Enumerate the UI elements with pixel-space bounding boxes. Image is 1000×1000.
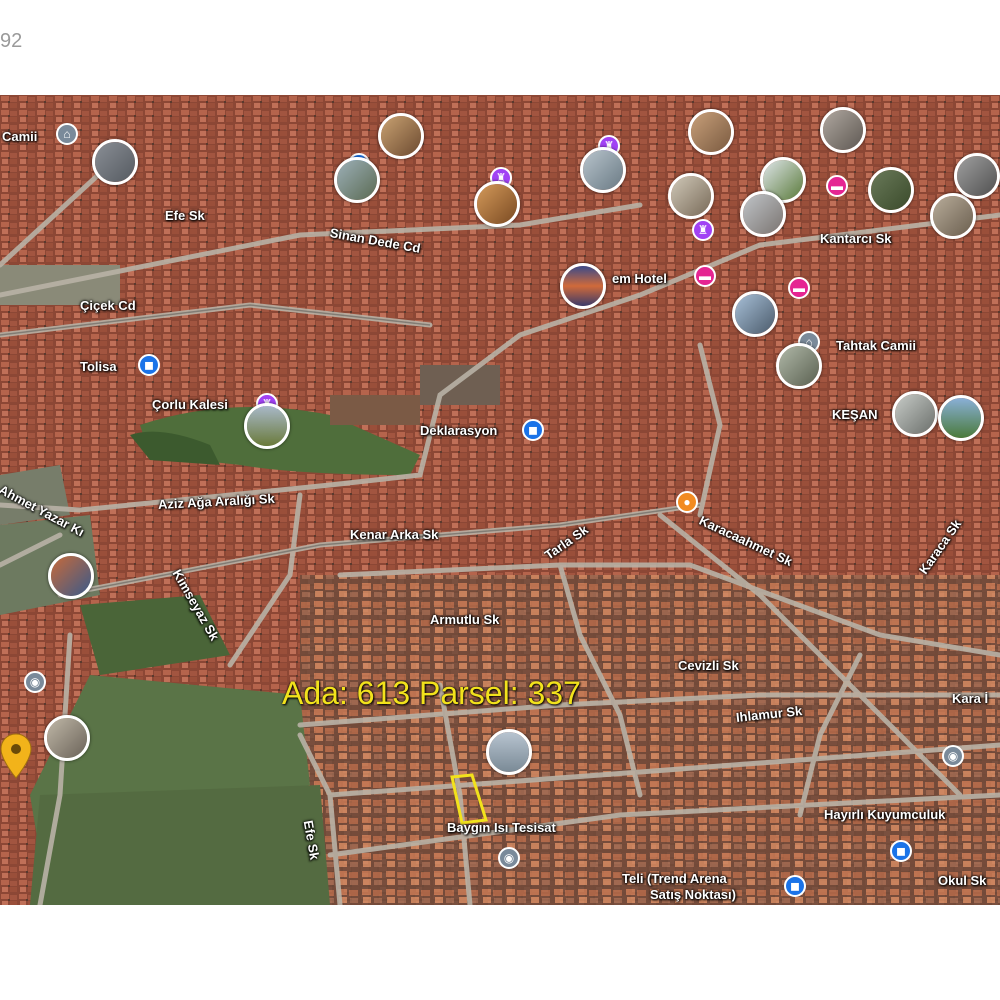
landmark-icon[interactable]: ♜ (692, 219, 714, 241)
location-pin-icon[interactable] (0, 733, 32, 779)
label-armutlu: Armutlu Sk (430, 612, 500, 627)
label-teli-trend: Teli (Trend Arena (622, 871, 727, 886)
label-efe-sk-top: Efe Sk (165, 208, 205, 223)
photo-thumbnail[interactable] (776, 343, 822, 389)
corner-text: 92 (0, 30, 23, 52)
photo-thumbnail[interactable] (732, 291, 778, 337)
label-tahtak-camii: Tahtak Camii (836, 338, 916, 353)
photo-thumbnail[interactable] (44, 715, 90, 761)
shopping-icon[interactable]: ◼ (890, 840, 912, 862)
parcel-label: Ada: 613 Parsel: 337 (282, 675, 581, 711)
label-hayirli: Hayırlı Kuyumculuk (824, 807, 946, 822)
cafe-icon[interactable]: ● (676, 491, 698, 513)
place-icon[interactable]: ◉ (942, 745, 964, 767)
label-tolisa: Tolisa (80, 359, 117, 374)
hotel-icon[interactable]: ▬ (694, 265, 716, 287)
label-okul-sk: Okul Sk (938, 873, 987, 888)
label-kantarci: Kantarcı Sk (820, 231, 892, 246)
place-icon[interactable]: ◉ (24, 671, 46, 693)
photo-thumbnail[interactable] (892, 391, 938, 437)
hotel-icon[interactable]: ▬ (788, 277, 810, 299)
photo-thumbnail[interactable] (474, 181, 520, 227)
photo-thumbnail[interactable] (244, 403, 290, 449)
place-icon[interactable]: ◉ (498, 847, 520, 869)
photo-thumbnail[interactable] (938, 395, 984, 441)
photo-thumbnail[interactable] (378, 113, 424, 159)
photo-thumbnail[interactable] (92, 139, 138, 185)
label-kara-right: Kara İ (952, 691, 989, 706)
photo-thumbnail[interactable] (334, 157, 380, 203)
place-icon[interactable]: ⌂ (56, 123, 78, 145)
photo-thumbnail[interactable] (580, 147, 626, 193)
shopping-icon[interactable]: ◼ (784, 875, 806, 897)
photo-thumbnail[interactable] (820, 107, 866, 153)
label-kenar-arka: Kenar Arka Sk (350, 527, 439, 542)
label-baygin: Baygın Isı Tesisat (447, 820, 556, 835)
photo-thumbnail[interactable] (868, 167, 914, 213)
label-hotel: em Hotel (612, 271, 667, 286)
photo-thumbnail[interactable] (668, 173, 714, 219)
photo-thumbnail[interactable] (954, 153, 1000, 199)
label-satis-noktasi: Satış Noktası) (650, 887, 736, 902)
shopping-icon[interactable]: ◼ (522, 419, 544, 441)
photo-thumbnail[interactable] (48, 553, 94, 599)
label-cicek-cd: Çiçek Cd (80, 298, 136, 313)
label-cevizli: Cevizli Sk (678, 658, 739, 673)
shopping-icon[interactable]: ◼ (138, 354, 160, 376)
label-deklarasyon: Deklarasyon (420, 423, 498, 438)
photo-thumbnail[interactable] (930, 193, 976, 239)
label-kesan: KEŞAN (832, 407, 878, 422)
hotel-icon[interactable]: ▬ (826, 175, 848, 197)
label-corlu-kalesi: Çorlu Kalesi (152, 397, 228, 412)
satellite-map[interactable]: Camii Efe Sk Sinan Dede Cd Çiçek Cd Toli… (0, 95, 1000, 905)
label-camii-top: Camii (2, 129, 38, 144)
photo-thumbnail[interactable] (560, 263, 606, 309)
photo-thumbnail[interactable] (740, 191, 786, 237)
photo-thumbnail[interactable] (688, 109, 734, 155)
photo-thumbnail[interactable] (486, 729, 532, 775)
